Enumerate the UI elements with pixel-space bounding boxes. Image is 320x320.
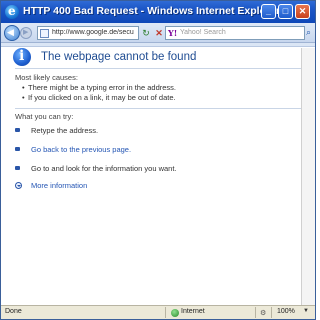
vertical-scrollbar[interactable] bbox=[301, 48, 315, 306]
internet-explorer-icon bbox=[5, 4, 19, 19]
divider bbox=[15, 68, 303, 69]
status-bar: Done Internet ⚙ 100% ▼ bbox=[1, 305, 315, 319]
window-title: HTTP 400 Bad Request - Windows Internet … bbox=[23, 5, 281, 17]
yahoo-icon: Y! bbox=[168, 28, 178, 38]
try-heading: What you can try: bbox=[15, 112, 74, 121]
protected-mode-icon[interactable]: ⚙ bbox=[260, 309, 266, 317]
expand-icon[interactable] bbox=[15, 182, 22, 189]
cause-item: There might be a typing error in the add… bbox=[22, 83, 176, 92]
bullet-icon bbox=[15, 128, 20, 132]
browser-window: HTTP 400 Bad Request - Windows Internet … bbox=[0, 0, 316, 320]
go-back-link[interactable]: Go back to the previous page. bbox=[31, 145, 131, 154]
page-content: The webpage cannot be found Most likely … bbox=[1, 48, 315, 306]
status-text: Done bbox=[5, 308, 22, 315]
status-divider bbox=[271, 307, 272, 318]
close-button[interactable]: ✕ bbox=[295, 4, 310, 19]
search-input[interactable]: Yahoo! Search bbox=[180, 29, 226, 36]
divider bbox=[15, 108, 303, 109]
title-bar: HTTP 400 Bad Request - Windows Internet … bbox=[1, 1, 315, 23]
maximize-button[interactable]: □ bbox=[278, 4, 293, 19]
status-divider bbox=[255, 307, 256, 318]
security-zone: Internet bbox=[181, 308, 205, 315]
address-field[interactable]: http://www.google.de/secu bbox=[52, 29, 138, 36]
minimize-button[interactable]: _ bbox=[261, 4, 276, 19]
search-icon[interactable]: ⌕ bbox=[306, 27, 311, 38]
search-box[interactable]: Y! Yahoo! Search bbox=[165, 26, 305, 40]
stop-icon[interactable]: ✕ bbox=[153, 27, 165, 39]
cause-item: If you clicked on a link, it may be out … bbox=[22, 93, 176, 102]
command-strip bbox=[1, 43, 315, 47]
causes-heading: Most likely causes: bbox=[15, 73, 78, 82]
internet-zone-icon bbox=[171, 309, 179, 317]
chevron-down-icon[interactable]: ▼ bbox=[303, 308, 309, 314]
page-title: The webpage cannot be found bbox=[41, 51, 197, 63]
refresh-icon[interactable]: ↻ bbox=[140, 27, 152, 39]
navigation-bar: http://www.google.de/secu ↻ ✕ Y! Yahoo! … bbox=[1, 23, 315, 43]
address-bar[interactable]: http://www.google.de/secu bbox=[37, 26, 139, 40]
bullet-icon bbox=[15, 166, 20, 170]
forward-button[interactable] bbox=[20, 27, 32, 39]
info-icon bbox=[13, 48, 31, 66]
page-icon bbox=[40, 29, 49, 38]
zoom-level[interactable]: 100% bbox=[277, 308, 295, 315]
back-button[interactable] bbox=[4, 25, 20, 41]
more-information-link[interactable]: More information bbox=[31, 181, 87, 190]
status-divider bbox=[165, 307, 166, 318]
bullet-icon bbox=[15, 147, 20, 151]
